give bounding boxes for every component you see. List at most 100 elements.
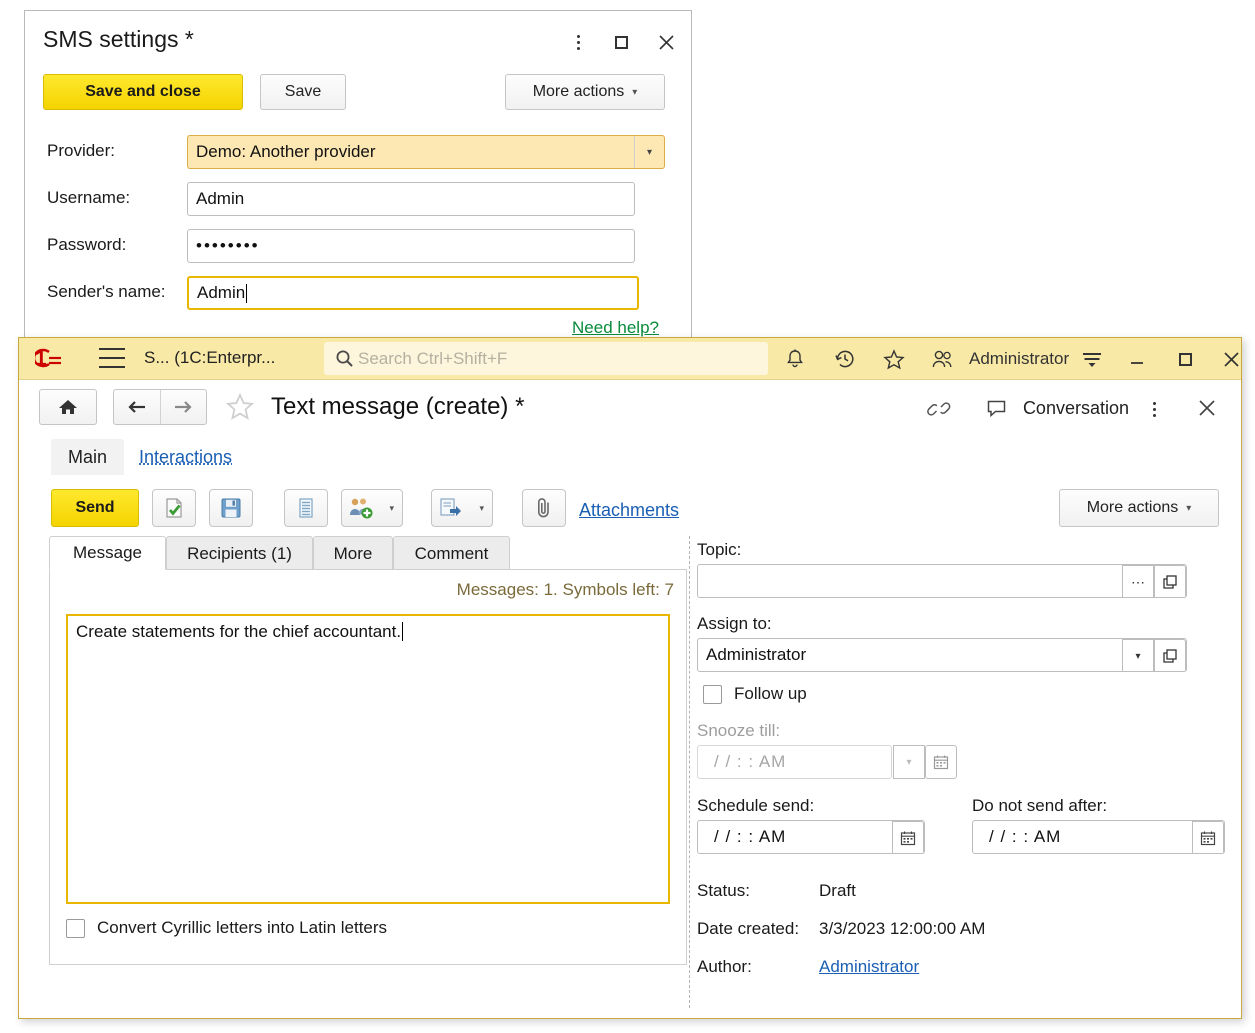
search-input[interactable]: Search Ctrl+Shift+F [324, 342, 768, 375]
sender-name-label: Sender's name: [47, 282, 166, 301]
password-row: Password: •••••••• [25, 229, 691, 263]
convert-cyrillic-checkbox-row[interactable]: Convert Cyrillic letters into Latin lett… [66, 918, 387, 938]
provider-row: Provider: Demo: Another provider ▾ [25, 135, 691, 169]
message-textarea[interactable]: Create statements for the chief accounta… [66, 614, 670, 904]
provider-label: Provider: [47, 141, 116, 160]
onec-main-window: 1 S... (1C:Enterpr... Search Ctrl+Shift+… [18, 337, 1242, 1019]
maximize-icon[interactable] [1171, 346, 1199, 372]
users-icon[interactable] [929, 346, 957, 372]
author-link[interactable]: Administrator [819, 957, 919, 977]
chevron-down-icon[interactable]: ▾ [634, 136, 664, 168]
username-label: Username: [47, 188, 131, 207]
link-icon[interactable] [925, 396, 953, 422]
status-badge: Draft [819, 881, 856, 900]
more-actions-button[interactable]: More actions ▾ [1059, 489, 1219, 527]
subtab-recipients[interactable]: Recipients (1) [166, 536, 313, 570]
form-header: Text message (create) * Conversation [19, 380, 1241, 435]
sender-name-value: Admin [197, 283, 246, 302]
date-created-label: Date created: [697, 919, 800, 938]
assign-to-select[interactable]: Administrator ▾ [697, 638, 1187, 672]
attachments-link[interactable]: Attachments [579, 500, 679, 521]
date-created-value: 3/3/2023 12:00:00 AM [819, 919, 986, 938]
current-user-label[interactable]: Administrator [969, 349, 1069, 369]
username-input[interactable]: Admin [187, 182, 635, 216]
post-document-icon[interactable] [152, 489, 196, 527]
save-button[interactable]: Save [260, 74, 346, 110]
need-help-link[interactable]: Need help? [572, 318, 659, 337]
hamburger-menu-icon[interactable] [99, 348, 125, 368]
paperclip-icon[interactable] [522, 489, 566, 527]
schedule-send-input[interactable]: / / : : AM [697, 820, 925, 854]
pane-splitter[interactable] [689, 536, 691, 1008]
navigation-buttons [113, 389, 207, 425]
topic-ellipsis-button[interactable]: ⋯ [1122, 565, 1154, 597]
search-placeholder: Search Ctrl+Shift+F [358, 348, 508, 368]
conversation-icon[interactable] [983, 396, 1011, 422]
username-row: Username: Admin [25, 182, 691, 216]
snooze-till-value: / / : : AM [714, 752, 787, 771]
convert-cyrillic-checkbox[interactable] [66, 918, 85, 938]
sender-name-row: Sender's name: Admin [25, 276, 691, 310]
close-form-icon[interactable] [1195, 395, 1219, 421]
text-cursor [246, 283, 248, 303]
save-and-close-button[interactable]: Save and close [43, 74, 243, 110]
chevron-down-icon: ▾ [632, 86, 638, 98]
history-icon[interactable] [831, 346, 859, 372]
subtab-message[interactable]: Message [49, 536, 166, 570]
more-actions-button[interactable]: More actions ▾ [505, 74, 665, 110]
follow-up-checkbox[interactable] [703, 684, 722, 704]
maximize-icon[interactable] [606, 29, 636, 55]
snooze-calendar-icon [925, 745, 957, 779]
bell-icon[interactable] [781, 346, 809, 372]
forward-icon[interactable]: ▾ [431, 489, 493, 527]
do-not-send-after-input[interactable]: / / : : AM [972, 820, 1225, 854]
tab-main[interactable]: Main [51, 439, 125, 475]
conversation-label[interactable]: Conversation [1023, 398, 1129, 419]
assign-to-open-icon[interactable] [1154, 639, 1186, 671]
page-title: Text message (create) * [271, 393, 525, 420]
minimize-icon[interactable] [1123, 346, 1151, 372]
close-icon[interactable] [1217, 346, 1241, 372]
favorite-star-icon[interactable] [225, 393, 255, 422]
screenshot-root: SMS settings * Save and close Save More … [0, 0, 1255, 1033]
text-cursor [402, 622, 404, 641]
forward-button[interactable] [161, 390, 207, 424]
sender-name-input[interactable]: Admin [187, 276, 639, 310]
provider-select[interactable]: Demo: Another provider ▾ [187, 135, 665, 169]
register-icon[interactable] [284, 489, 328, 527]
chevron-down-icon[interactable]: ▾ [1122, 639, 1154, 671]
kebab-menu-icon[interactable] [1142, 396, 1166, 422]
subtab-more[interactable]: More [313, 536, 393, 570]
save-icon[interactable] [209, 489, 253, 527]
back-button[interactable] [114, 390, 161, 424]
sms-dialog-toolbar: Save and close Save More actions ▾ [25, 69, 691, 117]
provider-value: Demo: Another provider [196, 142, 376, 161]
subtab-comment[interactable]: Comment [393, 536, 510, 570]
topic-label: Topic: [697, 540, 742, 559]
follow-up-label: Follow up [734, 684, 807, 703]
onec-app-title: S... (1C:Enterpr... [144, 348, 276, 367]
chevron-down-icon: ▾ [479, 502, 484, 513]
kebab-menu-icon[interactable] [563, 29, 593, 55]
home-button[interactable] [39, 389, 97, 425]
tab-interactions[interactable]: Interactions [133, 439, 238, 475]
do-not-send-after-calendar-icon[interactable] [1192, 821, 1224, 853]
author-label: Author: [697, 957, 752, 976]
password-value: •••••••• [196, 236, 260, 255]
send-button[interactable]: Send [51, 489, 139, 527]
star-icon[interactable] [880, 346, 908, 372]
topic-input[interactable]: ⋯ [697, 564, 1187, 598]
details-pane: Topic: ⋯ Assign to: Administrator ▾ Foll… [697, 536, 1225, 1008]
filter-icon[interactable] [1078, 346, 1106, 372]
close-icon[interactable] [651, 29, 681, 55]
password-input[interactable]: •••••••• [187, 229, 635, 263]
topic-open-icon[interactable] [1154, 565, 1186, 597]
message-pane: Message Recipients (1) More Comment Mess… [49, 536, 687, 1008]
follow-up-row[interactable]: Follow up [703, 684, 807, 704]
add-recipients-icon[interactable]: ▾ [341, 489, 403, 527]
symbols-left-counter: Messages: 1. Symbols left: 7 [456, 580, 674, 599]
schedule-send-calendar-icon[interactable] [892, 821, 924, 853]
schedule-send-value: / / : : AM [714, 827, 787, 846]
onec-titlebar: 1 S... (1C:Enterpr... Search Ctrl+Shift+… [19, 338, 1241, 380]
assign-to-value: Administrator [706, 645, 807, 664]
